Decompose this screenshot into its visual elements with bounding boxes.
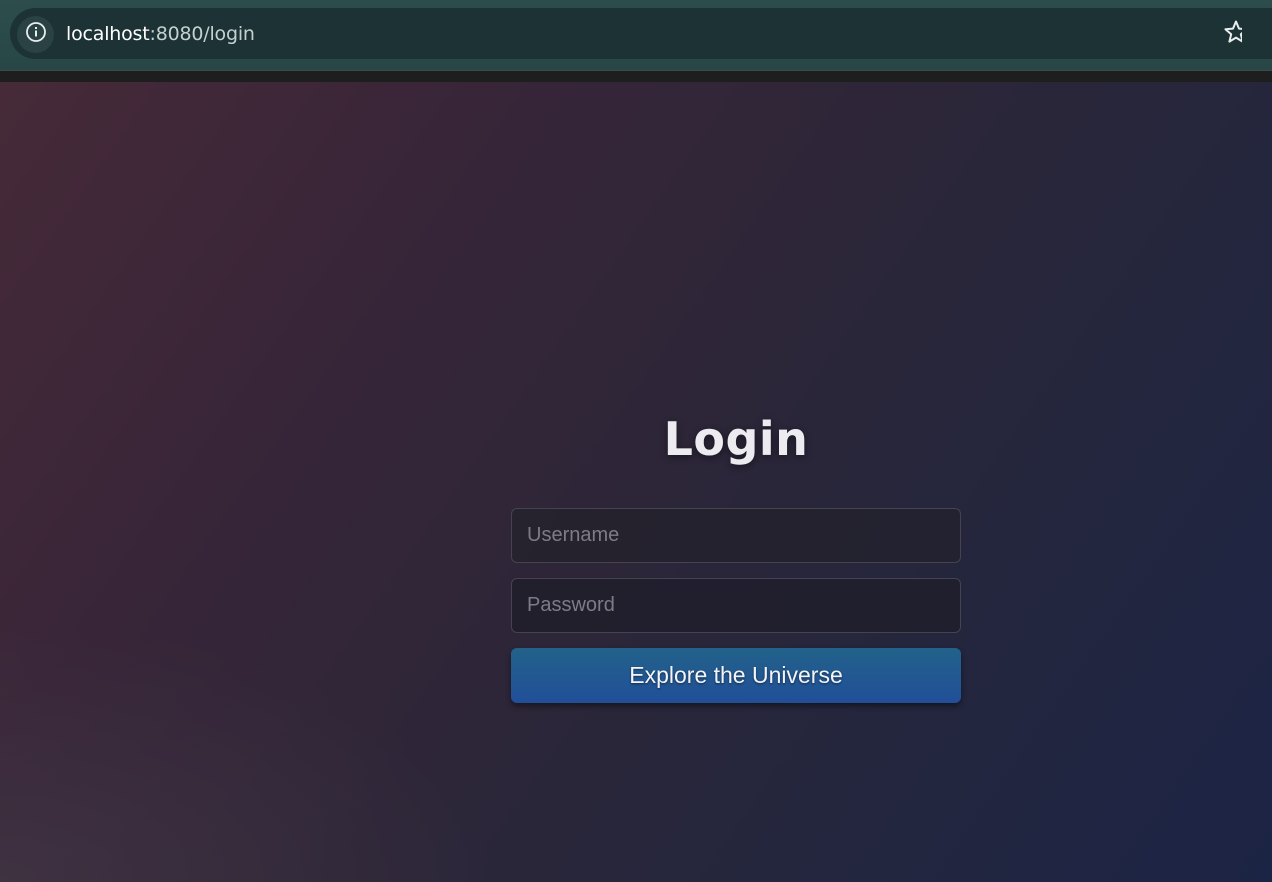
info-circle-icon <box>25 21 47 48</box>
page-title: Login <box>663 412 809 466</box>
site-info-button[interactable] <box>17 16 54 53</box>
login-page: Login Explore the Universe <box>0 82 1272 882</box>
password-input[interactable] <box>511 578 961 633</box>
username-input[interactable] <box>511 508 961 563</box>
toolbar-divider <box>0 70 1272 82</box>
submit-button[interactable]: Explore the Universe <box>511 648 961 703</box>
address-bar[interactable]: localhost:8080/login <box>10 8 1272 59</box>
bookmark-button[interactable] <box>1222 20 1250 48</box>
url-path: :8080/login <box>149 23 255 45</box>
url-text[interactable]: localhost:8080/login <box>66 21 255 47</box>
url-host: localhost <box>66 23 150 45</box>
star-outline-icon <box>1223 19 1249 50</box>
browser-toolbar: localhost:8080/login <box>0 0 1272 72</box>
